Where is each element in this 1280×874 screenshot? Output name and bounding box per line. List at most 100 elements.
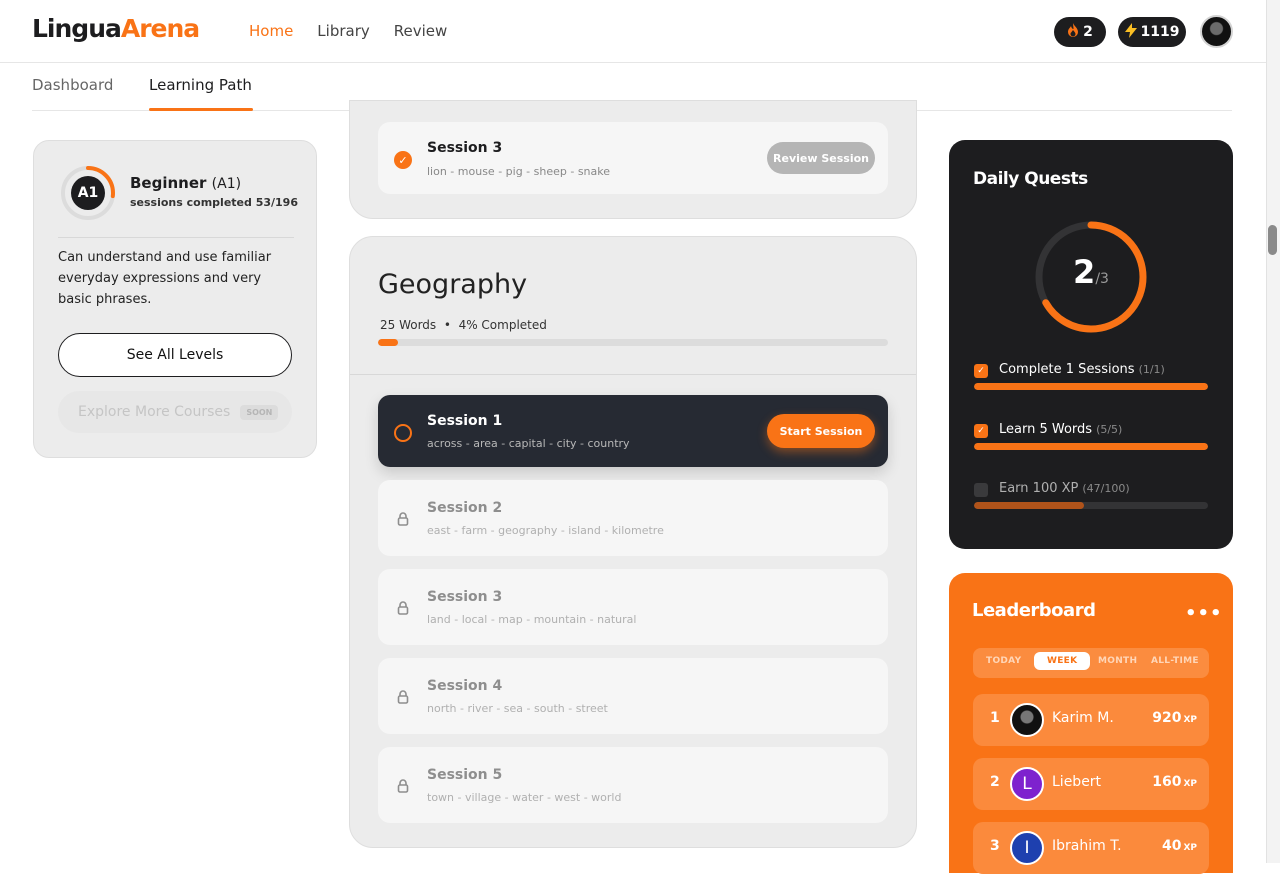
unit-word-count: 25 Words (380, 318, 437, 332)
player-name: Liebert (1052, 774, 1102, 790)
tab-all-time[interactable]: ALL-TIME (1151, 656, 1199, 666)
explore-courses-label: Explore More Courses (78, 404, 231, 420)
xp-value: 920 (1152, 710, 1182, 726)
rank: 2 (990, 774, 1000, 790)
app-logo[interactable]: LinguaArena (32, 14, 200, 43)
checkbox-unchecked-icon[interactable] (974, 483, 988, 497)
quest-progress: (47/100) (1082, 482, 1130, 495)
check-icon: ✓ (394, 151, 412, 169)
quest-name: Earn 100 XP (999, 481, 1079, 496)
quest-name: Complete 1 Sessions (999, 362, 1135, 377)
nav-home[interactable]: Home (249, 22, 293, 40)
nav-library[interactable]: Library (317, 22, 369, 40)
session-status-ring-icon (394, 424, 412, 442)
explore-courses-button: Explore More Courses SOON (58, 391, 292, 433)
soon-badge: SOON (240, 404, 279, 420)
page-scrollbar[interactable] (1266, 0, 1280, 863)
main-nav: Home Library Review (249, 22, 447, 40)
player-xp: 920 XP (1152, 710, 1197, 726)
top-navbar: LinguaArena Home Library Review 2 1119 (0, 0, 1266, 63)
quest-progress: (5/5) (1096, 423, 1123, 436)
rank: 1 (990, 710, 1000, 726)
quest-progress-bar (974, 443, 1208, 450)
user-avatar[interactable] (1200, 15, 1233, 48)
quest-name: Learn 5 Words (999, 422, 1093, 437)
quest-label: Complete 1 Sessions (1/1) (999, 362, 1165, 377)
tab-dashboard[interactable]: Dashboard (32, 76, 113, 94)
checkbox-checked-icon[interactable]: ✓ (974, 364, 988, 378)
quest-progress: (1/1) (1138, 363, 1165, 376)
lock-icon (397, 601, 409, 615)
tab-week[interactable]: WEEK (1034, 652, 1091, 670)
level-title: Beginner (A1) (130, 174, 241, 192)
lock-icon (397, 512, 409, 526)
tab-month[interactable]: MONTH (1098, 656, 1137, 666)
session-words: east - farm - geography - island - kilom… (427, 524, 664, 537)
unit-progress-fill (378, 339, 399, 346)
streak-badge[interactable]: 2 (1054, 17, 1106, 47)
review-session-button[interactable]: Review Session (767, 142, 875, 174)
active-tab-indicator (149, 108, 253, 111)
session-row-locked: Session 2 east - farm - geography - isla… (378, 480, 888, 556)
see-all-levels-button[interactable]: See All Levels (58, 333, 292, 377)
session-row-locked: Session 5 town - village - water - west … (378, 747, 888, 823)
leaderboard-row[interactable]: 2 L Liebert 160 XP (973, 758, 1209, 810)
level-code: (A1) (211, 176, 242, 192)
player-xp: 40 XP (1162, 838, 1197, 854)
quests-total: /3 (1095, 271, 1109, 287)
logo-text-part2: Arena (120, 14, 200, 43)
unit-title: Geography (378, 269, 528, 300)
unit-completion: 4% Completed (458, 318, 547, 332)
xp-badge[interactable]: 1119 (1118, 17, 1186, 47)
lock-icon (397, 779, 409, 793)
session-row-locked: Session 4 north - river - sea - south - … (378, 658, 888, 734)
player-name: Karim M. (1052, 710, 1114, 726)
player-xp: 160 XP (1152, 774, 1197, 790)
session-words: lion - mouse - pig - sheep - snake (427, 165, 611, 178)
session-title: Session 2 (427, 500, 503, 516)
session-title: Session 1 (427, 413, 503, 429)
session-title: Session 3 (427, 140, 503, 156)
leaderboard-card: Leaderboard ••• TODAY WEEK MONTH ALL-TIM… (949, 573, 1233, 874)
fire-icon (1067, 23, 1079, 41)
tab-today[interactable]: TODAY (986, 656, 1021, 666)
more-options-icon[interactable]: ••• (1185, 603, 1223, 624)
checkbox-checked-icon[interactable]: ✓ (974, 424, 988, 438)
session-row-locked: Session 3 land - local - map - mountain … (378, 569, 888, 645)
daily-quests-card: Daily Quests 2/3 ✓ Complete 1 Sessions (1… (949, 140, 1233, 549)
lightning-icon (1124, 22, 1137, 42)
quests-done: 2 (1073, 253, 1096, 291)
leaderboard-row[interactable]: 1 Karim M. 920 XP (973, 694, 1209, 746)
nav-review[interactable]: Review (394, 22, 448, 40)
xp-unit: XP (1183, 779, 1197, 789)
session-row-completed[interactable]: ✓ Session 3 lion - mouse - pig - sheep -… (378, 122, 888, 194)
leaderboard-row[interactable]: 3 I Ibrahim T. 40 XP (973, 822, 1209, 874)
start-session-button[interactable]: Start Session (767, 414, 875, 448)
quest-progress-fill (974, 443, 1208, 450)
rank: 3 (990, 838, 1000, 854)
session-title: Session 5 (427, 767, 503, 783)
xp-value: 40 (1161, 838, 1182, 854)
quest-progress-fill (974, 502, 1084, 509)
level-progress-text: sessions completed 53/196 (130, 196, 298, 209)
streak-count: 2 (1083, 24, 1093, 40)
session-row-active[interactable]: Session 1 across - area - capital - city… (378, 395, 888, 467)
quests-count: 2/3 (1033, 253, 1149, 291)
level-badge: A1 (71, 176, 105, 210)
leaderboard-title: Leaderboard (972, 600, 1096, 621)
player-name: Ibrahim T. (1052, 838, 1122, 854)
session-title: Session 4 (427, 678, 503, 694)
session-words: across - area - capital - city - country (427, 437, 630, 450)
session-words: north - river - sea - south - street (427, 702, 608, 715)
avatar (1010, 703, 1044, 737)
avatar: L (1010, 767, 1044, 801)
quests-title: Daily Quests (973, 169, 1088, 189)
tab-learning-path[interactable]: Learning Path (149, 76, 252, 94)
quest-label: Earn 100 XP (47/100) (999, 481, 1130, 496)
quest-progress-bar (974, 502, 1208, 509)
level-name: Beginner (130, 174, 207, 192)
avatar: I (1010, 831, 1044, 865)
logo-text-part1: Lingua (32, 14, 122, 43)
unit-progress-bar (378, 339, 888, 346)
scrollbar-thumb[interactable] (1268, 225, 1277, 255)
